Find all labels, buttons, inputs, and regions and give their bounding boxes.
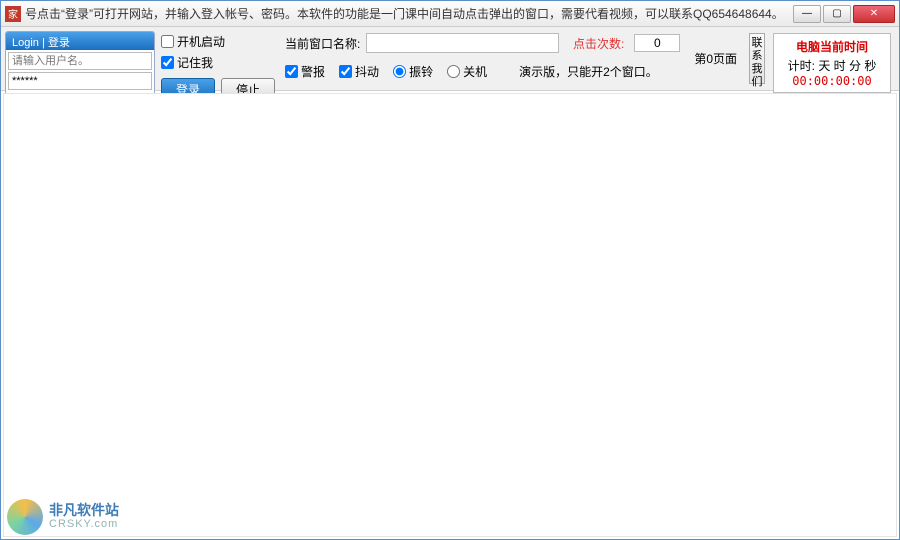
close-button[interactable]: ✕ bbox=[853, 5, 895, 23]
remember-checkbox-label[interactable]: 记住我 bbox=[161, 54, 275, 71]
remember-text: 记住我 bbox=[177, 54, 213, 71]
watermark-text: 非凡软件站 CRSKY.com bbox=[49, 503, 119, 531]
window-controls: — ▢ ✕ bbox=[791, 5, 895, 23]
shutdown-radio[interactable] bbox=[447, 65, 460, 78]
login-header: Login | 登录 bbox=[6, 32, 154, 50]
shutdown-radio-label[interactable]: 关机 bbox=[447, 63, 487, 80]
titlebar: 家 号点击“登录”可打开网站，并输入登入帐号、密码。本软件的功能是一门课中间自动… bbox=[1, 1, 899, 27]
content-area bbox=[3, 93, 897, 537]
app-window: 家 号点击“登录”可打开网站，并输入登入帐号、密码。本软件的功能是一门课中间自动… bbox=[0, 0, 900, 540]
shake-checkbox[interactable] bbox=[339, 65, 352, 78]
watermark: 非凡软件站 CRSKY.com bbox=[7, 499, 119, 535]
maximize-button[interactable]: ▢ bbox=[823, 5, 851, 23]
titlebar-text: 号点击“登录”可打开网站，并输入登入帐号、密码。本软件的功能是一门课中间自动点击… bbox=[25, 5, 791, 22]
alarm-checkbox[interactable] bbox=[285, 65, 298, 78]
minimize-button[interactable]: — bbox=[793, 5, 821, 23]
toolbar: Login | 登录 开机启动 记住我 登录 停止 当前窗口名称: bbox=[1, 27, 899, 91]
watermark-en: CRSKY.com bbox=[49, 517, 119, 531]
username-input[interactable] bbox=[8, 52, 152, 70]
password-input[interactable] bbox=[8, 72, 152, 90]
ring-radio-label[interactable]: 振铃 bbox=[393, 63, 433, 80]
shutdown-text: 关机 bbox=[463, 63, 487, 80]
startup-text: 开机启动 bbox=[177, 33, 225, 50]
clicks-label: 点击次数: bbox=[573, 35, 624, 52]
startup-checkbox[interactable] bbox=[161, 35, 174, 48]
startup-checkbox-label[interactable]: 开机启动 bbox=[161, 33, 275, 50]
demo-text: 演示版，只能开2个窗口。 bbox=[519, 63, 658, 80]
alarm-checkbox-label[interactable]: 警报 bbox=[285, 63, 325, 80]
center-panel: 当前窗口名称: 点击次数: 0 警报 抖动 振铃 关机 演示版，只能开2个窗口。 bbox=[281, 31, 684, 82]
options-group: 开机启动 记住我 登录 停止 bbox=[161, 31, 275, 100]
watermark-cn: 非凡软件站 bbox=[49, 503, 119, 517]
clock-labels: 计时: 天 时 分 秒 bbox=[778, 57, 886, 74]
app-icon: 家 bbox=[5, 6, 21, 22]
contact-button[interactable]: 联系我们 bbox=[749, 33, 765, 84]
clock-panel: 电脑当前时间 计时: 天 时 分 秒 00:00:00:00 bbox=[773, 33, 891, 93]
shake-text: 抖动 bbox=[355, 63, 379, 80]
ring-text: 振铃 bbox=[409, 63, 433, 80]
shake-checkbox-label[interactable]: 抖动 bbox=[339, 63, 379, 80]
clock-title: 电脑当前时间 bbox=[778, 38, 886, 55]
login-panel: Login | 登录 bbox=[5, 31, 155, 95]
page-info: 第0页面 bbox=[694, 50, 737, 67]
clicks-value: 0 bbox=[634, 34, 680, 52]
ring-radio[interactable] bbox=[393, 65, 406, 78]
window-name-input[interactable] bbox=[366, 33, 559, 53]
window-name-label: 当前窗口名称: bbox=[285, 35, 360, 52]
watermark-icon bbox=[7, 499, 43, 535]
clock-value: 00:00:00:00 bbox=[778, 74, 886, 88]
alarm-text: 警报 bbox=[301, 63, 325, 80]
remember-checkbox[interactable] bbox=[161, 56, 174, 69]
